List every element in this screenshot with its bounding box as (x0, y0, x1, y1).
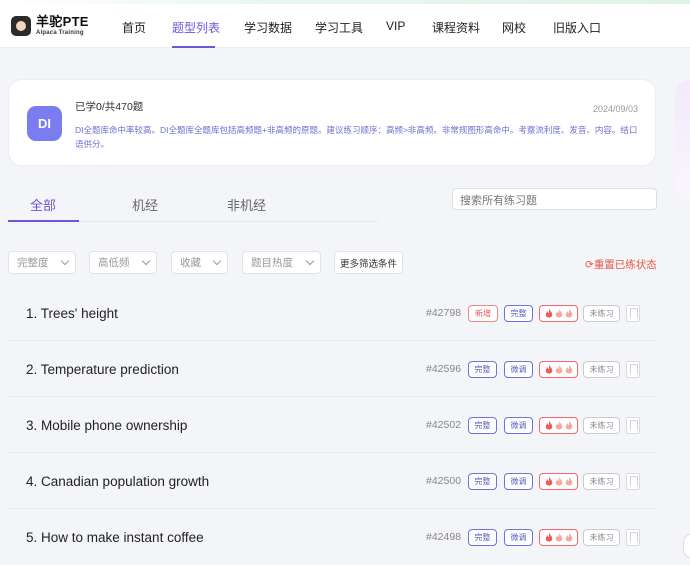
practice-status: 未练习 (583, 417, 620, 434)
question-title[interactable]: 1. Trees' height (26, 306, 118, 321)
question-title[interactable]: 4. Canadian population growth (26, 474, 209, 489)
question-id: #42798 (426, 307, 462, 319)
nav-active-indicator (172, 46, 215, 48)
tag-tweak: 微调 (504, 529, 533, 546)
list-item[interactable]: 2. Temperature prediction #42596 完整 微调 未… (8, 341, 656, 397)
filter-completeness[interactable]: 完整度 (8, 251, 76, 274)
filter-popularity-label: 题目热度 (251, 257, 293, 269)
tab-all[interactable]: 全部 (30, 195, 56, 214)
update-date: 2024/09/03 (592, 104, 638, 114)
nav-vip[interactable]: VIP (386, 19, 405, 33)
flame-icon (545, 533, 572, 542)
side-float-button[interactable] (683, 534, 690, 558)
heat-rating (539, 305, 578, 322)
summary-card: DI 已学0/共470题 2024/09/03 DI全题库命中率较高。DI全题库… (8, 79, 656, 166)
question-list: 1. Trees' height #42798 新增 完整 未练习 2. Tem… (8, 285, 656, 565)
total-count: /共470题 (101, 101, 144, 113)
question-id: #42596 (426, 363, 462, 375)
practice-status: 未练习 (583, 305, 620, 322)
flame-icon (545, 421, 572, 430)
question-id: #42502 (426, 419, 462, 431)
filter-favorites[interactable]: 收藏 (171, 251, 228, 274)
filter-favorites-label: 收藏 (180, 257, 201, 269)
question-title[interactable]: 5. How to make instant coffee (26, 530, 204, 545)
nav-study-data[interactable]: 学习数据 (244, 19, 292, 36)
heat-rating (539, 417, 578, 434)
list-item[interactable]: 3. Mobile phone ownership #42502 完整 微调 未… (8, 397, 656, 453)
refresh-icon: ⟳ (585, 259, 594, 271)
tag-tweak: 微调 (504, 417, 533, 434)
list-item[interactable]: 5. How to make instant coffee #42498 完整 … (8, 509, 656, 565)
list-item[interactable]: 1. Trees' height #42798 新增 完整 未练习 (8, 285, 656, 341)
bookmark-icon[interactable] (626, 417, 640, 434)
filter-completeness-label: 完整度 (17, 257, 49, 269)
chevron-down-icon (305, 256, 315, 266)
tag-complete: 完整 (504, 305, 533, 322)
learned-prefix: 已学 (75, 101, 96, 113)
tab-non-machine[interactable]: 非机经 (227, 195, 266, 214)
description: DI全题库命中率较高。DI全题库全题库包括高频题+非高频的原题。建议练习顺序：高… (75, 125, 638, 149)
question-type-badge: DI (27, 106, 62, 141)
tag-complete: 完整 (468, 417, 497, 434)
learned-progress: 已学0/共470题 (75, 99, 143, 114)
bookmark-icon[interactable] (626, 529, 640, 546)
logo-title: 羊驼PTE (36, 14, 89, 29)
side-decoration (675, 80, 690, 200)
flame-icon (545, 477, 572, 486)
tab-active-indicator (8, 220, 79, 222)
bookmark-icon[interactable] (626, 473, 640, 490)
chevron-down-icon (60, 256, 70, 266)
reset-status-button[interactable]: ⟳重置已练状态 (585, 257, 657, 272)
practice-status: 未练习 (583, 529, 620, 546)
tag-tweak: 微调 (504, 361, 533, 378)
filter-popularity[interactable]: 题目热度 (242, 251, 321, 274)
tag-tweak: 微调 (504, 473, 533, 490)
flame-icon (545, 365, 572, 374)
logo[interactable]: 羊驼PTE Alpaca Training (11, 15, 89, 36)
alpaca-logo-icon (11, 15, 31, 36)
practice-status: 未练习 (583, 473, 620, 490)
tag-complete: 完整 (468, 473, 497, 490)
search-input[interactable] (452, 188, 657, 210)
filter-frequency-label: 高低频 (98, 257, 130, 269)
filter-frequency[interactable]: 高低频 (89, 251, 157, 274)
question-tabs: 全部 机经 非机经 (8, 184, 378, 222)
heat-rating (539, 473, 578, 490)
question-id: #42500 (426, 475, 462, 487)
flame-icon (545, 309, 572, 318)
bookmark-icon[interactable] (626, 305, 640, 322)
question-title[interactable]: 3. Mobile phone ownership (26, 418, 187, 433)
tag-complete: 完整 (468, 529, 497, 546)
chevron-down-icon (212, 256, 222, 266)
practice-status: 未练习 (583, 361, 620, 378)
nav-legacy-entry[interactable]: 旧版入口 (553, 19, 601, 36)
nav-study-tools[interactable]: 学习工具 (315, 19, 363, 36)
question-id: #42498 (426, 531, 462, 543)
nav-question-types[interactable]: 题型列表 (172, 19, 220, 36)
tab-machine[interactable]: 机经 (132, 195, 158, 214)
heat-rating (539, 361, 578, 378)
reset-status-label: 重置已练状态 (593, 259, 657, 271)
tag-new: 新增 (468, 305, 498, 322)
heat-rating (539, 529, 578, 546)
logo-subtitle: Alpaca Training (36, 30, 84, 36)
question-title[interactable]: 2. Temperature prediction (26, 362, 179, 377)
bookmark-icon[interactable] (626, 361, 640, 378)
top-navbar: 羊驼PTE Alpaca Training 首页 题型列表 学习数据 学习工具 … (0, 0, 690, 48)
nav-course-materials[interactable]: 课程资料 (432, 19, 480, 36)
tag-complete: 完整 (468, 361, 497, 378)
list-item[interactable]: 4. Canadian population growth #42500 完整 … (8, 453, 656, 509)
more-filters-button[interactable]: 更多筛选条件 (334, 251, 403, 274)
nav-online-school[interactable]: 网校 (502, 19, 526, 36)
chevron-down-icon (141, 256, 151, 266)
nav-home[interactable]: 首页 (122, 19, 146, 36)
